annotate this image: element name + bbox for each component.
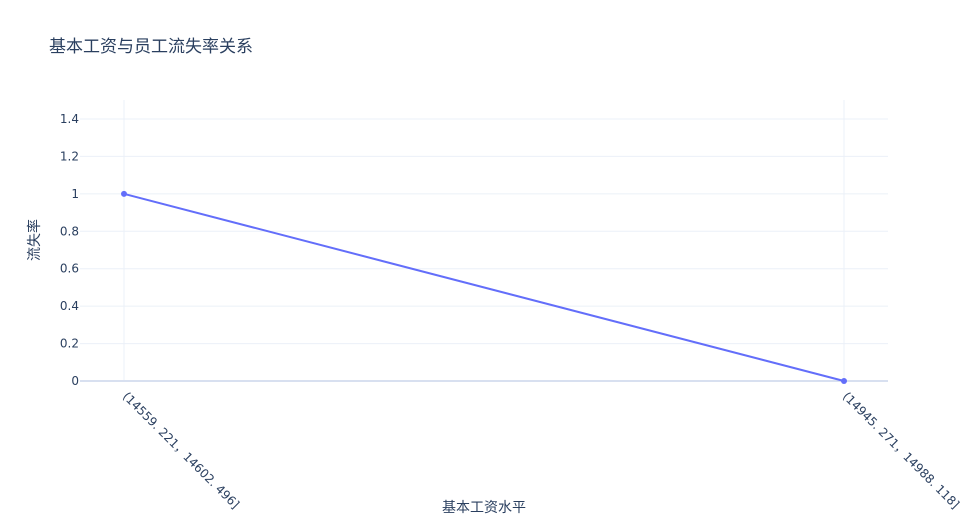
x-tick-label: (14945. 271，14988. 118] xyxy=(840,389,962,511)
y-axis-ticks: 0 0.2 0.4 0.6 0.8 1 1.2 1.4 xyxy=(60,112,79,388)
x-tick-label: (14559. 221，14602. 496] xyxy=(120,389,242,511)
y-tick-label: 0 xyxy=(71,374,79,388)
y-tick-label: 0.2 xyxy=(60,337,79,351)
y-tick-label: 1.4 xyxy=(60,112,79,126)
x-axis-title: 基本工资水平 xyxy=(442,499,526,516)
series-line xyxy=(123,192,845,382)
y-tick-label: 0.6 xyxy=(60,262,79,276)
y-tick-label: 1.2 xyxy=(60,149,79,163)
y-axis-title: 流失率 xyxy=(26,219,43,261)
y-tick-label: 0.4 xyxy=(60,299,79,313)
y-tick-label: 1 xyxy=(71,187,79,201)
data-point[interactable] xyxy=(841,378,847,384)
grid-lines xyxy=(80,100,888,382)
data-point[interactable] xyxy=(121,190,127,197)
y-tick-label: 0.8 xyxy=(60,224,79,238)
x-axis-ticks: (14559. 221，14602. 496] (14945. 271，14988… xyxy=(120,389,962,511)
chart-svg: 0 0.2 0.4 0.6 0.8 1 1.2 1.4 (14559. 221，14602. … xyxy=(26,100,962,516)
series-layer xyxy=(121,190,847,384)
